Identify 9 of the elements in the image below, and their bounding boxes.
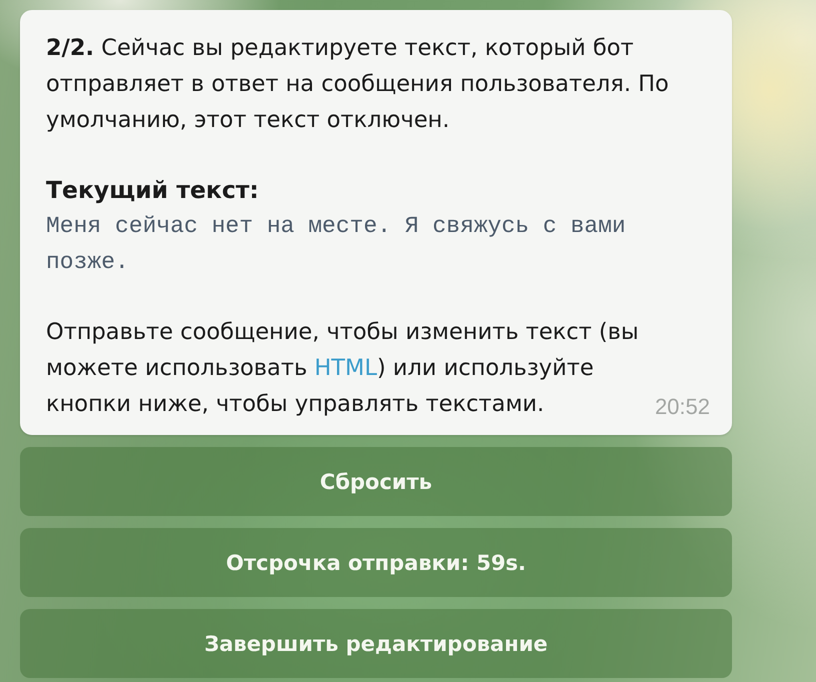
message-time: 20:52 bbox=[654, 393, 710, 421]
message-text: 2/2. Сейчас вы редактируете текст, который бот отправляет в ответ на сообщения пользователя. По умолчанию, этот текст отключен. bbox=[46, 34, 670, 135]
monospace-text: Меня сейчас нет на месте. Я свяжусь с вами позже. bbox=[46, 212, 627, 277]
keyboard-button[interactable]: Сбросить bbox=[20, 447, 732, 516]
html-link[interactable]: HTML bbox=[314, 355, 377, 381]
keyboard-button[interactable]: Отсрочка отправки: 59s. bbox=[20, 528, 732, 597]
message-text: Отправьте сообщение, чтобы изменить текст (вы можете использовать HTML) или используйте кнопки ниже, чтобы управлять текстами. bbox=[46, 318, 640, 419]
keyboard-button[interactable]: Завершить редактирование bbox=[20, 609, 732, 678]
section-heading: Текущий текст: bbox=[46, 175, 260, 206]
